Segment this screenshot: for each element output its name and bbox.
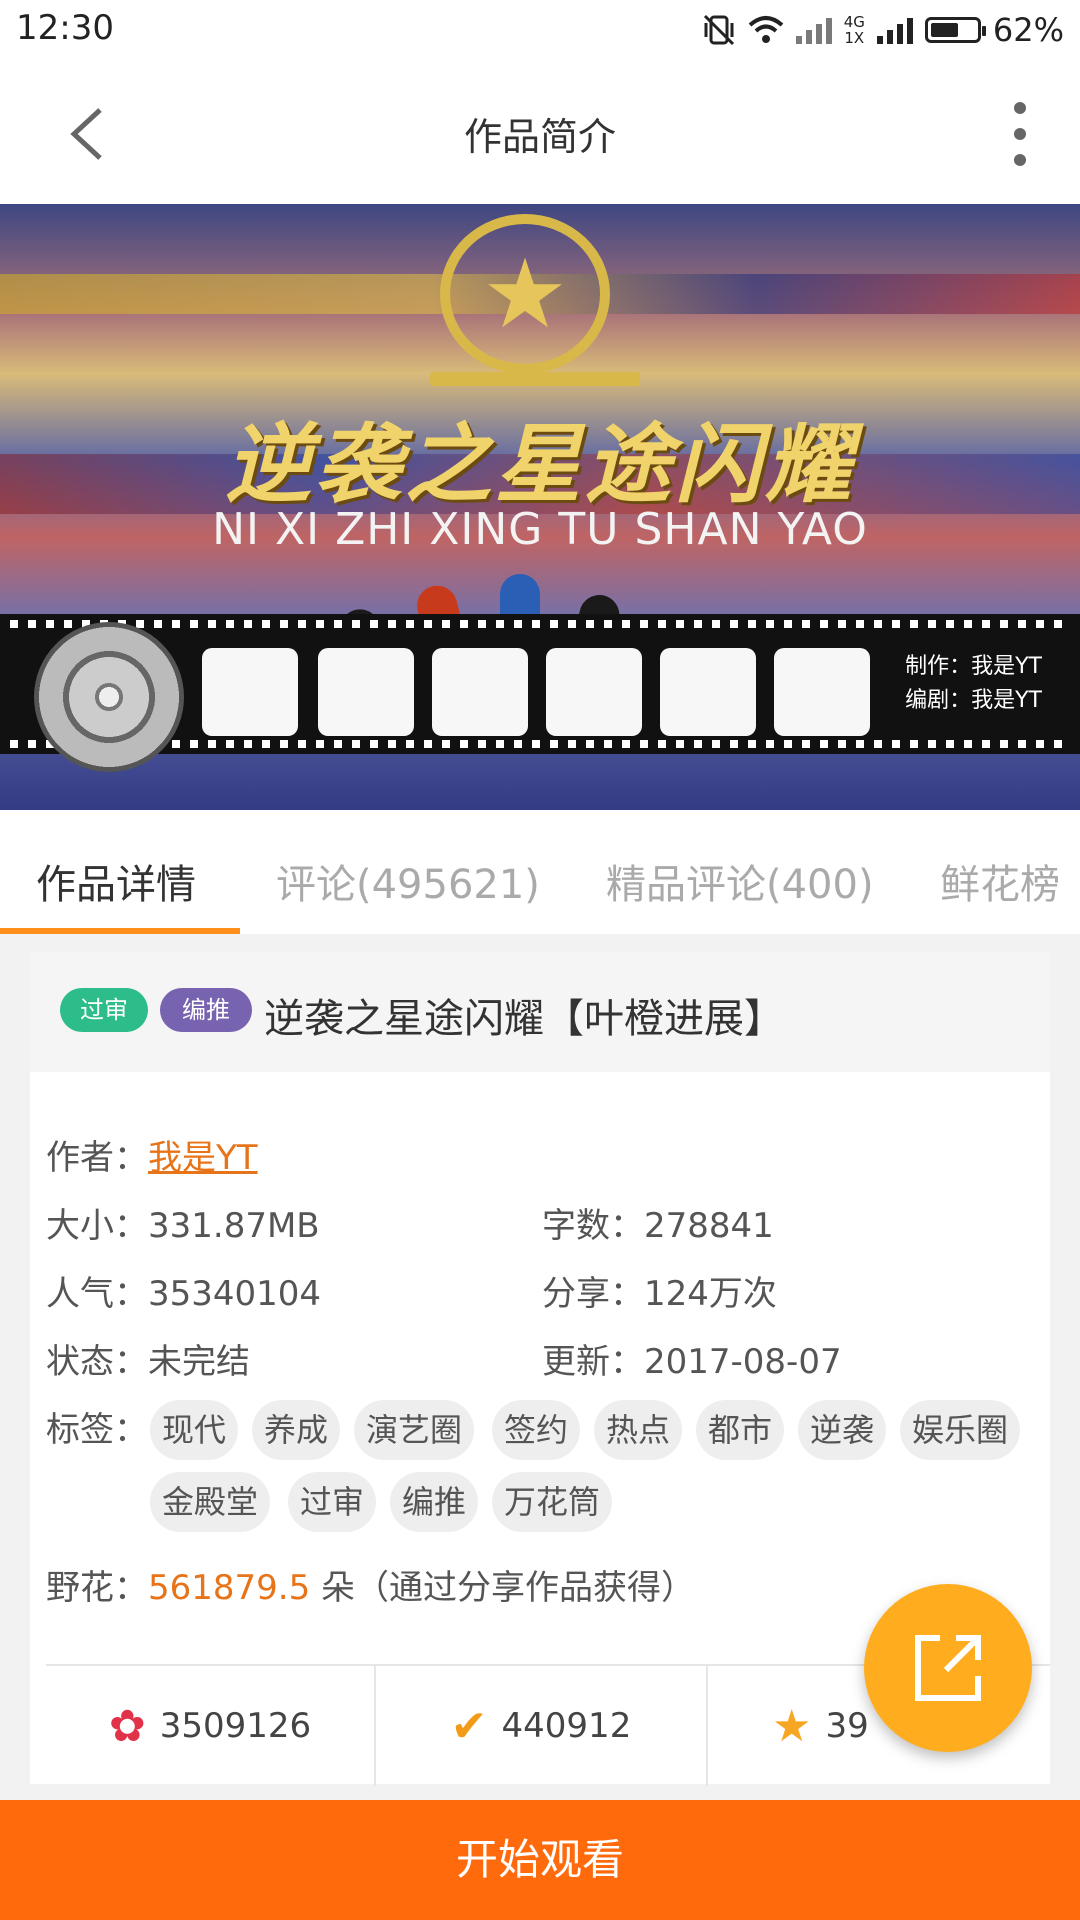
tag-chip[interactable]: 热点 [594,1400,683,1460]
film-reel-icon [34,622,184,772]
tab-comments[interactable]: 评论(495621) [276,852,540,910]
status-badge-approved: 过审 [60,988,148,1032]
cover-banner: ★ 逆袭之星途闪耀 NI XI ZHI XING TU SHAN YAO 制作：… [0,204,1080,810]
banner-credits: 制作：我是YT 编剧：我是YT [905,654,1042,713]
network-type: 4G 1X [843,13,865,47]
battery-percent: 62% [992,11,1064,49]
updated-row: 更新：2017-08-07 [542,1334,842,1383]
tab-details[interactable]: 作品详情 [36,852,196,910]
star-icon: ★ [772,1700,812,1752]
size-row: 大小：331.87MB [46,1198,320,1247]
status-row: 状态：未完结 [46,1334,250,1383]
thumbs-up-icon: ✔ [450,1700,488,1752]
rose-icon: ✿ [108,1700,146,1752]
words-value: 278841 [644,1206,774,1246]
author-row: 作者：我是YT [46,1130,258,1179]
tab-bar: 作品详情 评论(495621) 精品评论(400) 鲜花榜 [0,810,1080,934]
tag-chip[interactable]: 签约 [492,1400,581,1460]
start-watching-button[interactable]: 开始观看 [0,1800,1080,1920]
active-tab-indicator [0,928,240,934]
stat-likes[interactable]: ✔ 440912 [374,1666,706,1786]
status-badge-recommended: 编推 [160,988,252,1032]
tab-flower-ranking[interactable]: 鲜花榜 [940,852,1060,910]
banner-pinyin: NI XI ZHI XING TU SHAN YAO [212,504,868,555]
status-bar: 12:30 4G 1X 62% [0,0,1080,62]
tab-featured-comments[interactable]: 精品评论(400) [606,852,874,910]
film-frame [660,648,756,736]
status-time: 12:30 [16,8,114,48]
author-link[interactable]: 我是YT [148,1138,258,1178]
wildflowers-row: 野花：561879.5 朵（通过分享作品获得） [46,1560,695,1609]
shares-label: 分享： [542,1274,644,1314]
shares-row: 分享：124万次 [542,1266,777,1315]
stat-favorites-value: 39 [825,1706,869,1746]
status-label: 状态： [46,1342,148,1382]
tag-chip[interactable]: 编推 [390,1472,479,1532]
wifi-icon [748,16,784,43]
status-value: 未完结 [148,1342,250,1382]
popularity-value: 35340104 [148,1274,322,1314]
wildflowers-suffix: 朵（通过分享作品获得） [321,1568,696,1608]
size-value: 331.87MB [148,1206,320,1246]
tag-chip[interactable]: 都市 [696,1400,785,1460]
battery-icon [924,17,986,43]
star-emblem-icon: ★ [440,214,610,374]
film-frame [774,648,870,736]
words-label: 字数： [542,1206,644,1246]
wildflowers-label: 野花： [46,1568,148,1608]
tags-label: 标签： [46,1410,148,1450]
share-button[interactable] [864,1584,1032,1752]
vibrate-off-icon [703,14,734,46]
tag-chip[interactable]: 金殿堂 [150,1472,271,1532]
film-strip: 制作：我是YT 编剧：我是YT [0,614,1080,772]
tag-chip[interactable]: 养成 [252,1400,341,1460]
work-title: 逆袭之星途闪耀【叶橙进展】 [264,996,784,1042]
updated-label: 更新： [542,1342,644,1382]
more-vertical-icon[interactable] [1010,102,1030,166]
page-title: 作品简介 [463,115,616,159]
updated-value: 2017-08-07 [644,1342,842,1382]
signal-icon [876,16,913,44]
tag-chip[interactable]: 万花筒 [492,1472,613,1532]
film-frame [202,648,298,736]
work-title-bar: 过审 编推 逆袭之星途闪耀【叶橙进展】 [30,952,1050,1072]
stat-likes-value: 440912 [501,1706,632,1746]
tag-chip[interactable]: 现代 [150,1400,239,1460]
film-frame [432,648,528,736]
words-row: 字数：278841 [542,1198,774,1247]
tag-chip[interactable]: 过审 [288,1472,377,1532]
tag-chip[interactable]: 娱乐圈 [900,1400,1021,1460]
share-icon [915,1635,981,1701]
size-label: 大小： [46,1206,148,1246]
stat-flowers[interactable]: ✿ 3509126 [46,1666,374,1786]
emblem-base [430,372,640,386]
wildflowers-value: 561879.5 [148,1568,311,1608]
tag-chip[interactable]: 逆袭 [798,1400,887,1460]
popularity-label: 人气： [46,1274,148,1314]
stat-flowers-value: 3509126 [159,1706,312,1746]
banner-title: 逆袭之星途闪耀 [225,415,855,515]
status-icons: 4G 1X 62% [702,8,1064,52]
shares-value: 124万次 [644,1274,777,1314]
signal-icon-1 [795,16,832,44]
tag-chip[interactable]: 演艺圈 [354,1400,475,1460]
author-label: 作者： [46,1138,148,1178]
film-frame [546,648,642,736]
popularity-row: 人气：35340104 [46,1266,321,1315]
film-frame [318,648,414,736]
app-header: 作品简介 [0,62,1080,204]
